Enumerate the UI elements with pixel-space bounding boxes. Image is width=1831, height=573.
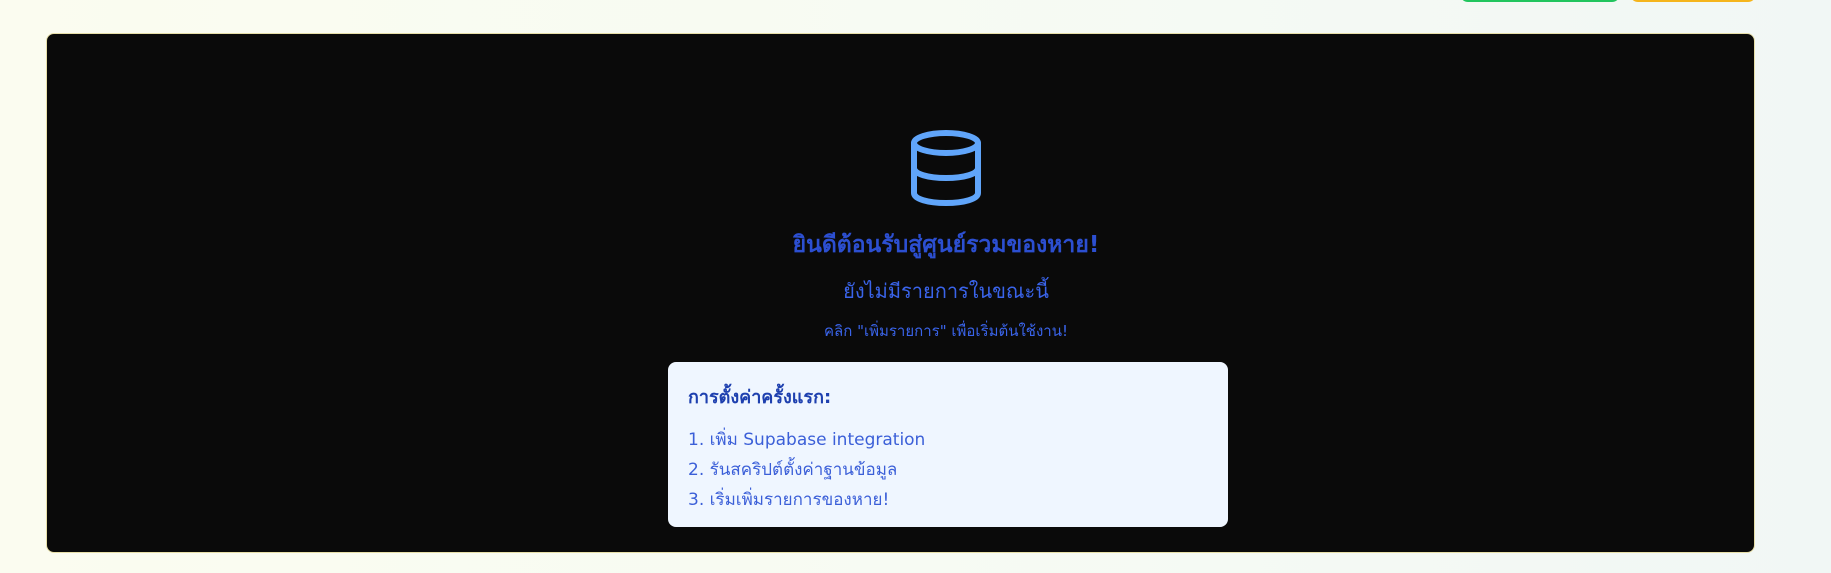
database-icon: [911, 130, 981, 207]
header-button-yellow[interactable]: [1630, 0, 1756, 2]
setup-heading: การตั้งค่าครั้งแรก:: [688, 387, 832, 408]
setup-step: 1. เพิ่ม Supabase integration: [688, 430, 926, 450]
setup-step: 3. เริ่มเพิ่มรายการของหาย!: [688, 490, 890, 510]
welcome-title: ยินดีต้อนรับสู่ศูนย์รวมของหาย!: [792, 232, 1100, 258]
empty-subtitle: ยังไม่มีรายการในขณะนี้: [843, 279, 1049, 303]
empty-state-card: ยินดีต้อนรับสู่ศูนย์รวมของหาย! ยังไม่มีร…: [46, 33, 1755, 553]
setup-panel: การตั้งค่าครั้งแรก: 1. เพิ่ม Supabase in…: [668, 362, 1228, 527]
header-button-green[interactable]: [1460, 0, 1620, 2]
setup-steps: 1. เพิ่ม Supabase integration 2. รันสคริ…: [688, 425, 1208, 515]
setup-step: 2. รันสคริปต์ตั้งค่าฐานข้อมูล: [688, 460, 898, 480]
add-item-hint: คลิก "เพิ่มรายการ" เพื่อเริ่มต้นใช้งาน!: [824, 322, 1068, 340]
